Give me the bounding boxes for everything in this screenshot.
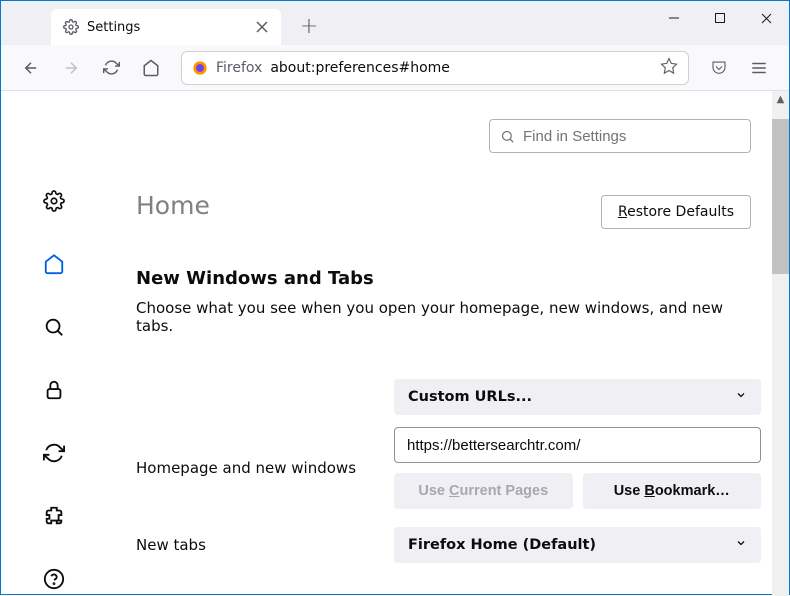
restore-defaults-button[interactable]: Restore Defaults — [601, 195, 751, 229]
section-description: Choose what you see when you open your h… — [136, 299, 761, 335]
settings-main: Home Restore Defaults New Windows and Ta… — [106, 91, 789, 596]
newtabs-label: New tabs — [136, 536, 394, 554]
settings-search-input[interactable] — [523, 128, 740, 145]
newtabs-select[interactable]: Firefox Home (Default) — [394, 527, 761, 563]
sidebar-item-extensions[interactable] — [36, 498, 72, 533]
homepage-url-input[interactable] — [394, 427, 761, 463]
chevron-down-icon — [735, 389, 747, 405]
new-tab-button[interactable]: + — [295, 12, 323, 40]
close-icon[interactable] — [255, 20, 269, 34]
sidebar-item-search[interactable] — [36, 309, 72, 344]
minimize-button[interactable] — [651, 1, 697, 35]
browser-tab[interactable]: Settings — [51, 9, 281, 45]
gear-icon — [63, 19, 79, 35]
toolbar: Firefox about:preferences#home — [1, 45, 789, 91]
forward-button[interactable] — [53, 50, 89, 86]
newtabs-select-value: Firefox Home (Default) — [408, 537, 596, 553]
titlebar: Settings + — [1, 1, 789, 45]
menu-button[interactable] — [741, 50, 777, 86]
tab-title: Settings — [87, 20, 247, 35]
reload-button[interactable] — [93, 50, 129, 86]
window-controls — [651, 1, 789, 35]
url-brand: Firefox — [216, 60, 262, 76]
home-nav-button[interactable] — [133, 50, 169, 86]
homepage-select-value: Custom URLs... — [408, 389, 532, 405]
maximize-button[interactable] — [697, 1, 743, 35]
search-icon — [500, 129, 515, 144]
scrollbar-thumb[interactable] — [772, 119, 789, 274]
scrollbar[interactable]: ▲ — [772, 91, 789, 596]
bookmark-star-icon[interactable] — [660, 57, 678, 79]
homepage-select[interactable]: Custom URLs... — [394, 379, 761, 415]
sidebar-item-home[interactable] — [36, 246, 72, 281]
sidebar-item-general[interactable] — [36, 183, 72, 218]
chevron-down-icon — [735, 537, 747, 553]
firefox-icon — [192, 60, 208, 76]
settings-sidebar — [1, 91, 106, 596]
url-bar[interactable]: Firefox about:preferences#home — [181, 51, 689, 85]
use-current-pages-button[interactable]: Use Current Pages — [394, 473, 573, 509]
back-button[interactable] — [13, 50, 49, 86]
sidebar-item-help[interactable] — [36, 561, 72, 596]
use-bookmark-button[interactable]: Use Bookmark… — [583, 473, 762, 509]
section-title: New Windows and Tabs — [136, 268, 761, 289]
url-text: about:preferences#home — [270, 60, 450, 76]
settings-search[interactable] — [489, 119, 751, 153]
homepage-row-label: Homepage and new windows — [136, 459, 394, 477]
pocket-button[interactable] — [701, 50, 737, 86]
sidebar-item-privacy[interactable] — [36, 372, 72, 407]
close-window-button[interactable] — [743, 1, 789, 35]
sidebar-item-sync[interactable] — [36, 435, 72, 470]
scroll-up-icon[interactable]: ▲ — [772, 91, 789, 108]
